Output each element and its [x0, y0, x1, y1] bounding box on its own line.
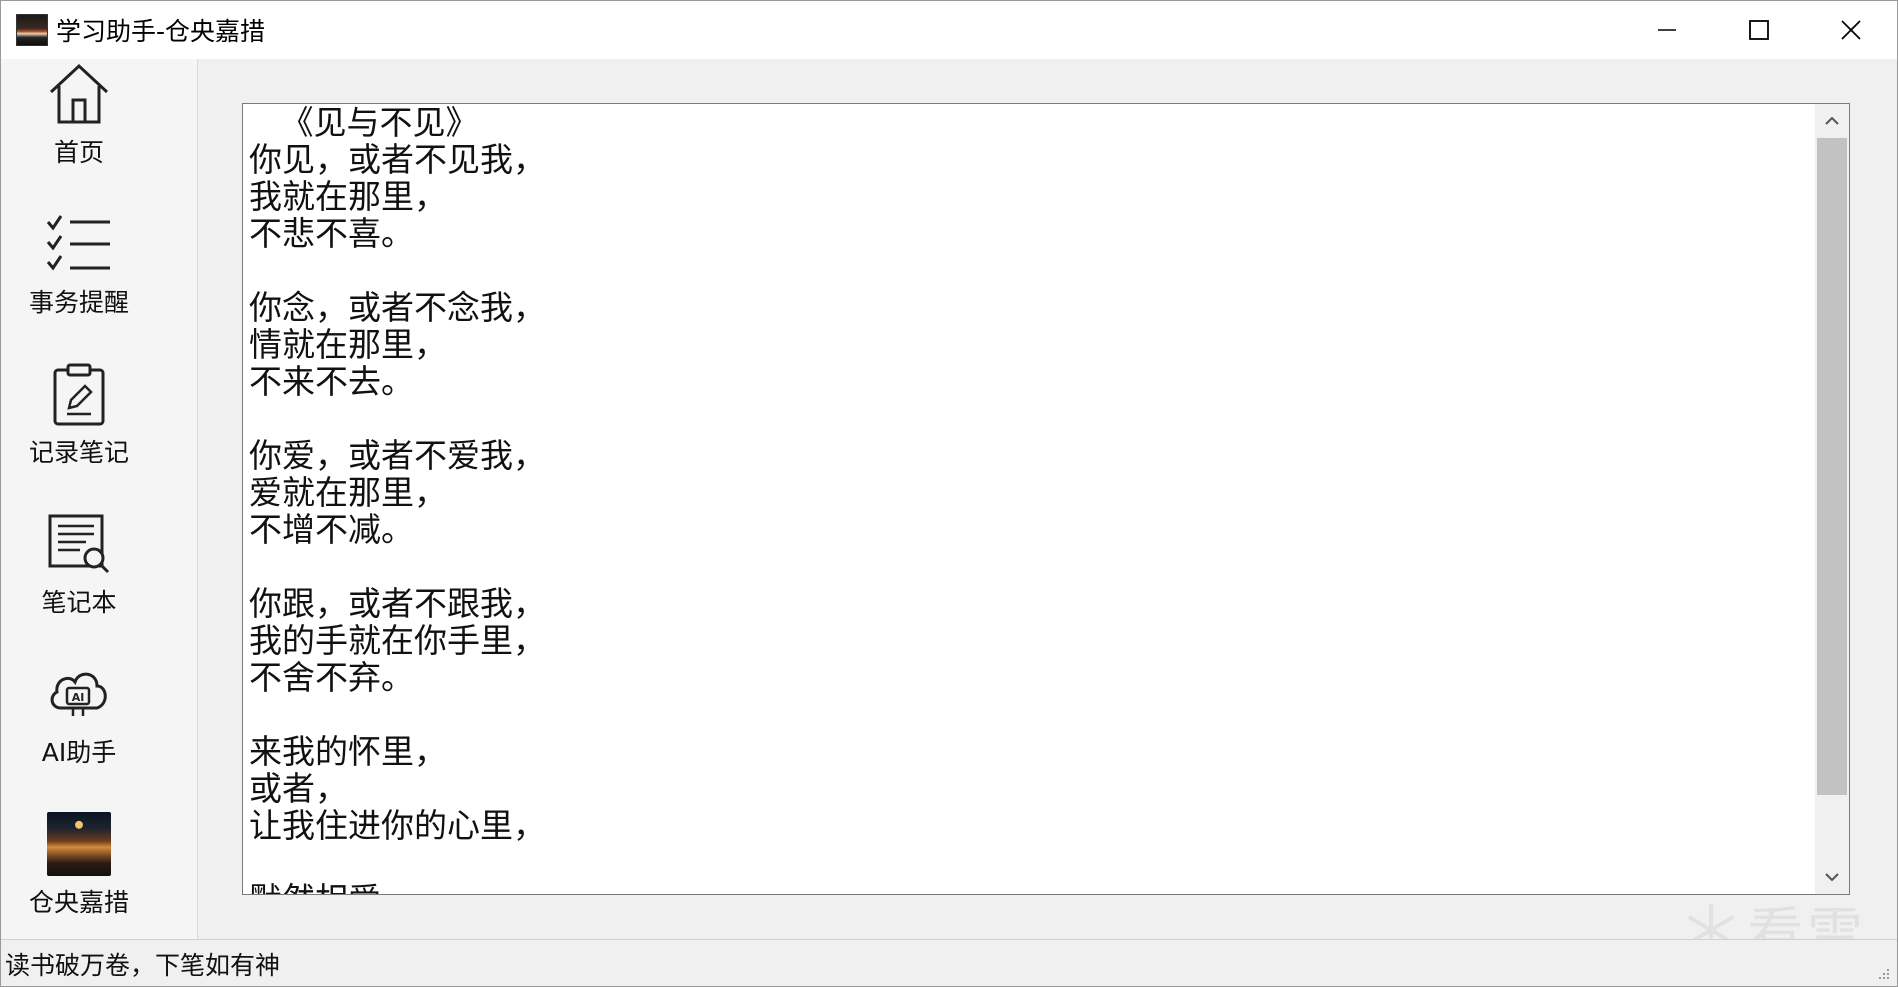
text-line	[249, 252, 1815, 289]
close-icon	[1841, 20, 1861, 40]
sidebar-item-label: 首页	[53, 138, 104, 167]
text-line	[249, 696, 1815, 733]
text-line: 我的手就在你手里，	[249, 621, 546, 660]
profile-avatar	[47, 812, 111, 876]
text-line: 来我的怀里，	[249, 732, 447, 771]
sidebar-item-reminders[interactable]: 事务提醒	[1, 209, 157, 339]
clipboard-edit-icon	[44, 359, 114, 429]
text-line: 《见与不见》	[249, 104, 479, 142]
main-area: 《见与不见》 你见，或者不见我， 我就在那里， 不悲不喜。 你念，或者不念我， …	[197, 59, 1897, 939]
text-line: 爱就在那里，	[249, 473, 447, 512]
sidebar-item-label: AI助手	[41, 738, 117, 767]
sidebar: 首页 事务提醒 记录笔记 笔记本 AI AI助手 仓央嘉措	[1, 59, 197, 939]
minimize-button[interactable]	[1621, 1, 1713, 59]
text-line: 我就在那里，	[249, 177, 447, 216]
sidebar-item-notebook[interactable]: 笔记本	[1, 509, 157, 639]
sidebar-item-take-notes[interactable]: 记录笔记	[1, 359, 157, 489]
sidebar-item-home[interactable]: 首页	[1, 59, 157, 189]
sidebar-item-ai-assistant[interactable]: AI AI助手	[1, 659, 157, 789]
text-line	[249, 844, 1815, 881]
text-line: 或者，	[249, 769, 348, 808]
avatar-wrap	[44, 809, 114, 879]
text-line: 默然相爱	[249, 881, 1815, 894]
ai-cloud-icon: AI	[44, 659, 114, 729]
sidebar-item-label: 事务提醒	[28, 288, 129, 317]
text-line	[249, 548, 1815, 585]
text-line: 不悲不喜。	[249, 214, 414, 253]
close-button[interactable]	[1805, 1, 1897, 59]
window-title: 学习助手-仓央嘉措	[56, 17, 266, 46]
window-controls	[1621, 1, 1897, 59]
checklist-icon	[44, 209, 114, 279]
sidebar-item-label: 笔记本	[41, 588, 117, 617]
status-bar: 读书破万卷，下笔如有神	[1, 939, 1897, 986]
text-line	[249, 400, 1815, 437]
title-bar[interactable]: 学习助手-仓央嘉措	[1, 1, 1897, 59]
text-line: 情就在那里，	[249, 325, 447, 364]
sidebar-item-profile[interactable]: 仓央嘉措	[1, 809, 157, 939]
text-line: 不增不减。	[249, 510, 414, 549]
maximize-icon	[1749, 20, 1769, 40]
app-window: 学习助手-仓央嘉措 首页 事务提醒 记录笔记 笔记本 AI AI助手 仓央嘉措 …	[0, 0, 1898, 987]
text-editor[interactable]: 《见与不见》 你见，或者不见我， 我就在那里， 不悲不喜。 你念，或者不念我， …	[242, 103, 1850, 895]
maximize-button[interactable]	[1713, 1, 1805, 59]
chevron-down-icon	[1825, 873, 1839, 882]
text-line: 你爱，或者不爱我，	[249, 436, 546, 475]
text-line: 你念，或者不念我，	[249, 288, 546, 327]
home-icon	[44, 59, 114, 129]
minimize-icon	[1658, 29, 1676, 31]
scroll-up-button[interactable]	[1815, 104, 1849, 138]
text-line: 让我住进你的心里，	[249, 806, 546, 845]
status-text: 读书破万卷，下笔如有神	[5, 950, 281, 980]
svg-text:AI: AI	[72, 691, 85, 704]
sidebar-item-label: 记录笔记	[28, 438, 129, 467]
text-line: 你跟，或者不跟我，	[249, 584, 546, 623]
editor-content[interactable]: 《见与不见》 你见，或者不见我， 我就在那里， 不悲不喜。 你念，或者不念我， …	[243, 104, 1815, 894]
scrollbar-thumb[interactable]	[1817, 138, 1847, 795]
document-search-icon	[44, 509, 114, 579]
resize-grip-icon[interactable]	[1877, 967, 1891, 981]
app-icon	[16, 14, 48, 46]
text-line: 不来不去。	[249, 362, 414, 401]
text-line: 你见，或者不见我，	[249, 140, 546, 179]
text-line: 不舍不弃。	[249, 658, 414, 697]
vertical-scrollbar[interactable]	[1815, 104, 1849, 894]
chevron-up-icon	[1825, 116, 1839, 125]
sidebar-item-label: 仓央嘉措	[28, 888, 129, 917]
